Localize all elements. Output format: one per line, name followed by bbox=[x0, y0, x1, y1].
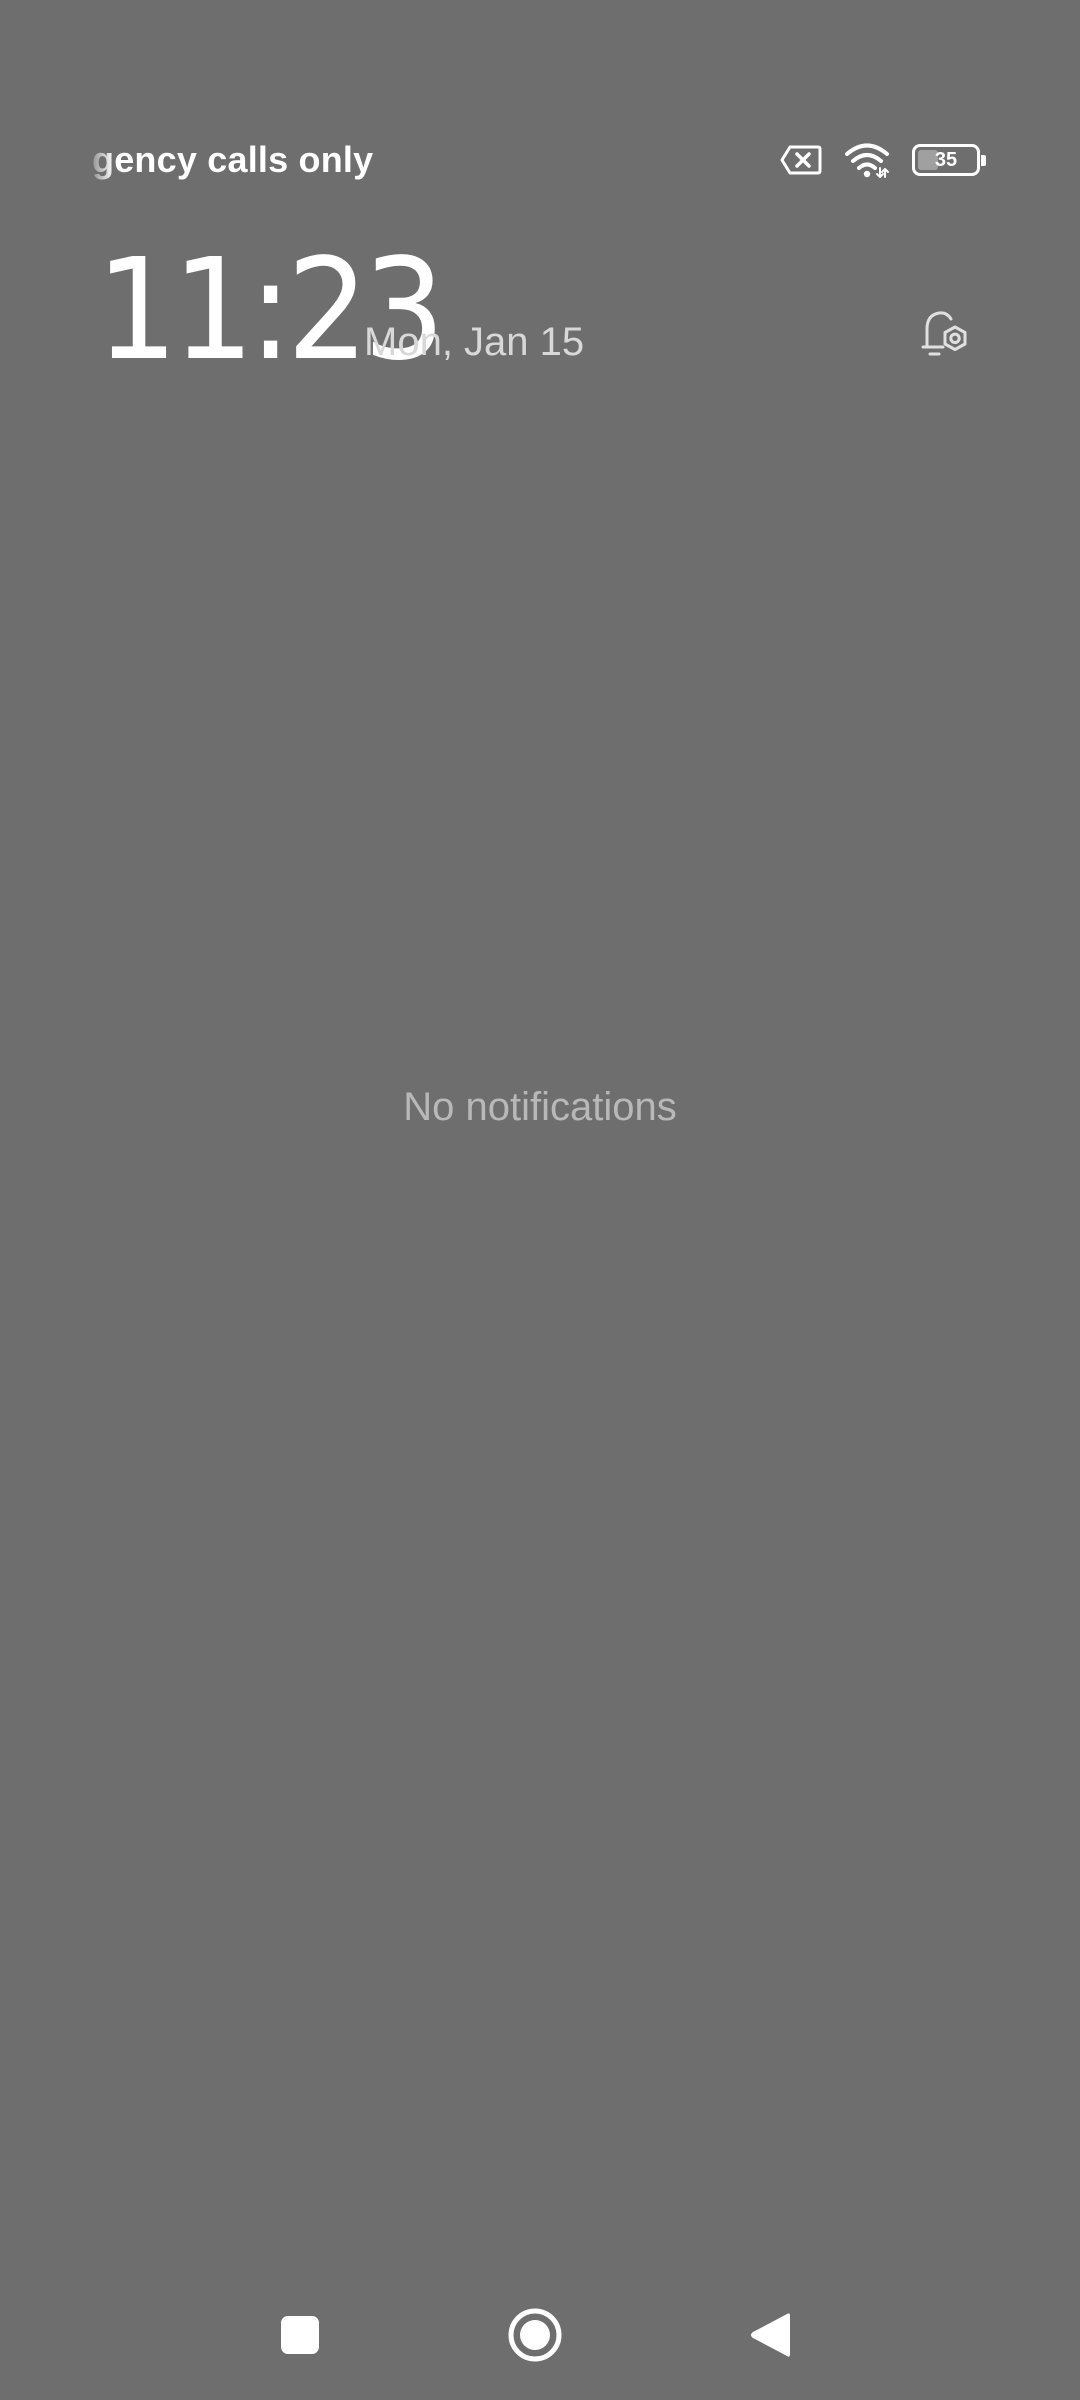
back-triangle-icon bbox=[751, 2313, 790, 2357]
status-carrier-text: gency calls only bbox=[92, 139, 374, 180]
battery-percent: 35 bbox=[934, 149, 958, 171]
navigation-bar bbox=[0, 2300, 1080, 2370]
notification-settings-button[interactable] bbox=[910, 300, 978, 368]
date-label: Mon, Jan 15 bbox=[364, 320, 585, 364]
home-circle-icon bbox=[508, 2308, 562, 2362]
home-button[interactable] bbox=[500, 2300, 570, 2370]
status-icons: 35 bbox=[780, 138, 986, 182]
no-notifications-text: No notifications bbox=[403, 1085, 677, 1129]
notification-settings-icon bbox=[921, 311, 967, 356]
battery-icon: 35 bbox=[912, 144, 986, 176]
no-sim-icon bbox=[780, 145, 822, 175]
wifi-icon bbox=[845, 143, 889, 178]
back-button[interactable] bbox=[735, 2300, 805, 2370]
recents-button[interactable] bbox=[265, 2300, 335, 2370]
recents-square-icon bbox=[281, 2316, 319, 2354]
